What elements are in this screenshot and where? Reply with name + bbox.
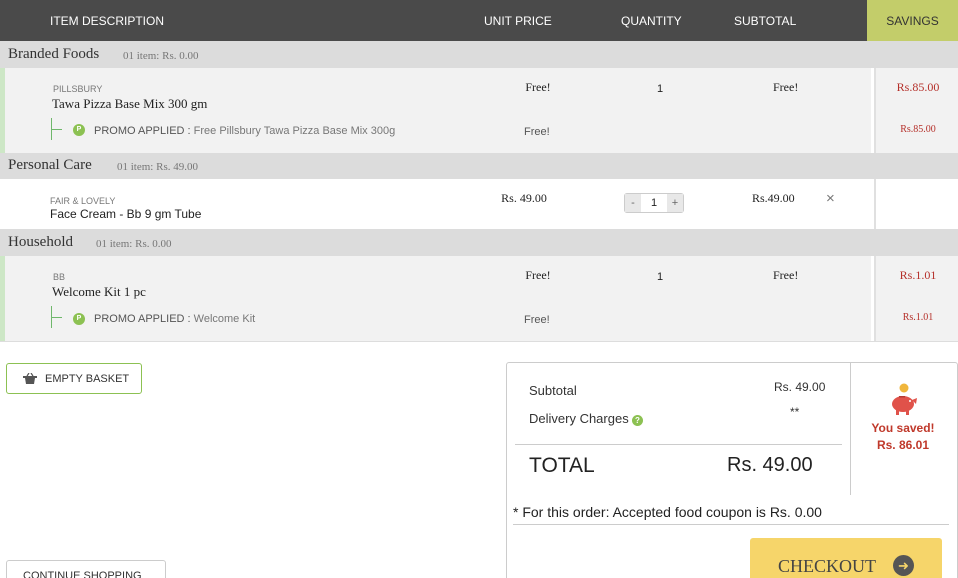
table-bottom-divider: [0, 341, 958, 342]
item-savings: Rs.85.00: [896, 80, 940, 94]
cart-table-header: ITEM DESCRIPTION UNIT PRICE QUANTITY SUB…: [0, 0, 958, 41]
promo-applied: PROMO APPLIED : Welcome Kit: [94, 313, 255, 325]
header-quantity: QUANTITY: [621, 14, 682, 28]
promo-connector-icon: [51, 306, 62, 328]
remove-item-icon[interactable]: ×: [826, 190, 835, 207]
promo-label: PROMO APPLIED :: [94, 125, 191, 137]
item-unit-price: Free!: [525, 268, 551, 282]
summary-delivery-label: Delivery Charges: [529, 411, 629, 426]
item-quantity: 1: [657, 83, 664, 95]
category-count: 01 item: Rs. 0.00: [123, 50, 199, 62]
continue-shopping-button[interactable]: CONTINUE SHOPPING: [6, 560, 166, 578]
header-unit-price: UNIT PRICE: [484, 14, 552, 28]
checkout-button[interactable]: CHECKOUT ➜: [750, 538, 942, 578]
category-name: Household: [8, 234, 73, 250]
summary-total-value: Rs. 49.00: [727, 454, 813, 476]
item-brand: BB: [53, 272, 66, 282]
item-name[interactable]: Welcome Kit 1 pc: [52, 284, 146, 300]
empty-basket-label: EMPTY BASKET: [45, 373, 130, 385]
promo-applied: PROMO APPLIED : Free Pillsbury Tawa Pizz…: [94, 125, 395, 137]
promo-text: Welcome Kit: [193, 313, 256, 325]
coupon-note: * For this order: Accepted food coupon i…: [513, 504, 822, 520]
continue-shopping-label: CONTINUE SHOPPING: [23, 570, 142, 578]
cart-item-row: PILLSBURY Tawa Pizza Base Mix 300 gm Fre…: [0, 68, 871, 153]
category-count: 01 item: Rs. 49.00: [117, 161, 198, 173]
item-quantity: 1: [657, 271, 664, 283]
header-savings: SAVINGS: [867, 0, 958, 41]
promo-badge-icon: P: [73, 313, 85, 325]
arrow-right-icon: ➜: [893, 555, 914, 576]
decrease-quantity-button[interactable]: -: [625, 194, 641, 212]
item-unit-price: Rs. 49.00: [501, 191, 547, 205]
promo-price: Free!: [524, 126, 550, 138]
item-unit-price: Free!: [525, 80, 551, 94]
item-subtotal: Free!: [773, 80, 799, 94]
item-savings: Rs.1.01: [899, 268, 937, 282]
empty-basket-button[interactable]: EMPTY BASKET: [6, 363, 142, 394]
promo-connector-icon: [51, 118, 62, 140]
item-brand: PILLSBURY: [53, 84, 103, 94]
category-name: Branded Foods: [8, 46, 100, 62]
checkout-label: CHECKOUT: [778, 556, 876, 576]
category-household: Household 01 item: Rs. 0.00: [0, 229, 958, 256]
category-branded-foods: Branded Foods 01 item: Rs. 0.00: [0, 41, 958, 68]
summary-delivery-value: **: [790, 405, 800, 419]
item-name[interactable]: Tawa Pizza Base Mix 300 gm: [52, 96, 207, 112]
savings-cell: Rs.1.01 Rs.1.01: [874, 256, 958, 341]
promo-savings: Rs.1.01: [902, 312, 934, 323]
summary-total-label: TOTAL: [529, 454, 595, 477]
you-saved-label: You saved!: [871, 421, 935, 435]
quantity-stepper[interactable]: - 1 +: [624, 193, 684, 213]
item-brand: FAIR & LOVELY: [50, 196, 116, 206]
savings-cell: [874, 179, 958, 229]
promo-label: PROMO APPLIED :: [94, 313, 191, 325]
category-name: Personal Care: [8, 157, 92, 173]
summary-divider: [515, 444, 842, 445]
order-summary: Subtotal Rs. 49.00 Delivery Charges ? **…: [506, 362, 958, 578]
promo-text: Free Pillsbury Tawa Pizza Base Mix 300g: [193, 125, 396, 137]
increase-quantity-button[interactable]: +: [667, 194, 683, 212]
item-name[interactable]: Face Cream - Bb 9 gm Tube: [50, 207, 201, 221]
promo-savings: Rs.85.00: [900, 124, 936, 135]
piggy-bank-icon: [892, 383, 917, 415]
summary-subtotal-value: Rs. 49.00: [774, 380, 826, 394]
you-saved-value: Rs. 86.01: [876, 438, 930, 452]
promo-price: Free!: [524, 314, 550, 326]
promo-badge-icon: P: [73, 124, 85, 136]
help-icon[interactable]: ?: [632, 415, 643, 426]
savings-cell: Rs.85.00 Rs.85.00: [874, 68, 958, 153]
quantity-value[interactable]: 1: [641, 194, 667, 212]
summary-vertical-divider: [850, 363, 851, 495]
basket-icon: [23, 373, 37, 384]
item-subtotal: Free!: [773, 268, 799, 282]
header-subtotal: SUBTOTAL: [734, 14, 797, 28]
cart-item-row: FAIR & LOVELY Face Cream - Bb 9 gm Tube …: [0, 179, 871, 229]
cart-item-row: BB Welcome Kit 1 pc Free! 1 Free! P PROM…: [0, 256, 871, 341]
item-subtotal: Rs.49.00: [752, 191, 795, 205]
category-personal-care: Personal Care 01 item: Rs. 49.00: [0, 153, 958, 179]
summary-subtotal-label: Subtotal: [529, 383, 577, 398]
header-item-description: ITEM DESCRIPTION: [50, 14, 165, 28]
note-divider: [513, 524, 949, 525]
category-count: 01 item: Rs. 0.00: [96, 238, 172, 250]
